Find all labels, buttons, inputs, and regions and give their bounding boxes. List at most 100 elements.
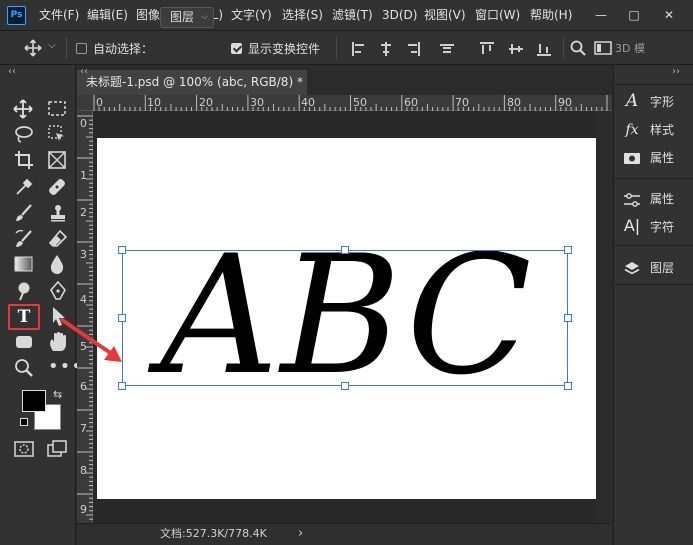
collapse-chevron-icon[interactable]: ‹‹ [80, 66, 88, 77]
search-icon[interactable] [570, 40, 586, 56]
transform-handle-tr[interactable] [564, 246, 572, 254]
object-select-icon[interactable] [48, 125, 66, 143]
photoshop-logo-icon[interactable]: Ps [7, 6, 26, 25]
show-transform-checkbox[interactable] [231, 43, 242, 54]
dodge-tool-icon[interactable] [14, 281, 34, 301]
vertical-scrollbar[interactable] [596, 111, 612, 523]
align-top-icon[interactable] [440, 42, 454, 56]
layer-dropdown-value: 图层 [170, 10, 195, 24]
transform-handle-mr[interactable] [564, 314, 572, 322]
healing-brush-icon[interactable] [47, 177, 67, 197]
align-hcenter-icon[interactable] [379, 42, 393, 56]
panel-styles[interactable]: fx 样式 [622, 117, 674, 143]
transform-handle-bl[interactable] [118, 382, 126, 390]
ruler-label: 8 [80, 464, 87, 477]
document-tab[interactable]: 未标题-1.psd @ 100% (abc, RGB/8) * [77, 70, 307, 95]
eraser-tool-icon[interactable] [48, 229, 68, 249]
frame-tool-icon[interactable] [48, 151, 66, 169]
screen-mode-icon[interactable] [47, 440, 67, 458]
menu-3d[interactable]: 3D(D) [382, 0, 417, 31]
quick-mask-icon[interactable] [14, 441, 34, 457]
minimize-button[interactable]: — [589, 4, 613, 26]
ruler-label: 1 [80, 169, 87, 182]
history-brush-icon[interactable] [14, 229, 34, 249]
ruler-label: 40 [301, 96, 315, 109]
gradient-tool-icon[interactable] [14, 255, 34, 273]
sliders-icon [622, 186, 642, 212]
ruler-label: 4 [80, 293, 87, 306]
clone-stamp-icon[interactable] [48, 203, 68, 223]
document-size-status[interactable]: 文档:527.3K/778.4K [160, 523, 267, 545]
transform-handle-tc[interactable] [341, 246, 349, 254]
menu-help[interactable]: 帮助(H) [530, 0, 572, 31]
blur-tool-icon[interactable] [48, 254, 66, 274]
annotation-arrow-icon [60, 318, 122, 362]
close-button[interactable]: ✕ [657, 4, 681, 26]
align-bottom-icon[interactable] [537, 42, 551, 56]
eyedropper-tool-icon[interactable] [14, 177, 34, 197]
swap-colors-icon[interactable]: ⇆ [53, 388, 62, 401]
move-tool-icon[interactable] [24, 39, 42, 57]
auto-select-checkbox[interactable] [76, 43, 87, 54]
ruler-label: 7 [80, 422, 87, 435]
status-bar [77, 523, 612, 545]
status-menu-arrow[interactable]: › [298, 526, 303, 541]
type-tool-button[interactable]: T [8, 304, 40, 330]
panel-label: 字形 [650, 95, 675, 109]
panel-label: 属性 [650, 192, 675, 206]
ruler-horizontal: 0 10 20 30 40 50 60 70 80 90 [77, 95, 612, 111]
ruler-label: 80 [507, 96, 521, 109]
lasso-tool-icon[interactable] [14, 125, 34, 143]
panel-glyphs[interactable]: A 字形 [622, 88, 674, 114]
chevron-down-icon[interactable]: ⌵ [48, 40, 56, 51]
panel-label: 样式 [650, 123, 675, 137]
menu-window[interactable]: 窗口(W) [475, 0, 520, 31]
menu-filter[interactable]: 滤镜(T) [332, 0, 373, 31]
marquee-tool-icon[interactable] [48, 101, 66, 117]
align-left-icon[interactable] [352, 42, 366, 56]
ruler-label: 0 [80, 117, 87, 130]
default-colors-icon[interactable] [20, 418, 28, 426]
ruler-label: 20 [199, 96, 213, 109]
transform-handle-br[interactable] [564, 382, 572, 390]
ruler-label: 3 [80, 248, 87, 261]
menu-edit[interactable]: 编辑(E) [87, 0, 128, 31]
move-tool-icon[interactable] [13, 99, 33, 119]
align-vcenter-icon[interactable] [509, 42, 523, 56]
workspace-icon[interactable] [594, 41, 612, 55]
ruler-label: 30 [250, 96, 264, 109]
character-icon: A [625, 91, 639, 111]
camera-icon [622, 145, 642, 171]
crop-tool-icon[interactable] [14, 150, 34, 170]
show-transform-label: 显示变换控件 [248, 42, 321, 56]
layer-dropdown[interactable]: 图层 ⌵ [160, 7, 214, 28]
pen-tool-icon[interactable] [48, 281, 68, 301]
menu-file[interactable]: 文件(F) [39, 0, 79, 31]
zoom-tool-icon[interactable] [14, 358, 34, 378]
ruler-vertical: 0 1 2 3 4 5 6 7 8 9 [77, 111, 93, 523]
brush-tool-icon[interactable] [14, 203, 34, 223]
ruler-label: 9 [80, 503, 87, 516]
menu-type[interactable]: 文字(Y) [231, 0, 272, 31]
align-vtop-icon[interactable] [480, 42, 494, 56]
3d-mode-label[interactable]: 3D 模 [615, 40, 693, 56]
ruler-label: 6 [80, 380, 87, 393]
ruler-label: 2 [80, 206, 87, 219]
foreground-color-swatch[interactable] [22, 390, 46, 412]
panel-properties-camera[interactable]: 属性 [622, 145, 674, 171]
menu-view[interactable]: 视图(V) [424, 0, 466, 31]
maximize-button[interactable]: □ [622, 4, 646, 26]
panel-label: 图层 [650, 261, 675, 275]
fx-icon: fx [625, 122, 639, 138]
transform-handle-tl[interactable] [118, 246, 126, 254]
transform-handle-bc[interactable] [341, 382, 349, 390]
align-right-icon[interactable] [406, 42, 420, 56]
rectangle-tool-icon[interactable] [14, 333, 34, 351]
panel-layers[interactable]: 图层 [622, 255, 674, 281]
expand-chevron-icon[interactable]: ›› [672, 66, 680, 77]
panel-character[interactable]: A| 字符 [622, 213, 674, 239]
menu-select[interactable]: 选择(S) [282, 0, 323, 31]
panel-properties-adjust[interactable]: 属性 [622, 186, 674, 212]
collapse-chevron-icon[interactable]: ‹‹ [8, 66, 16, 77]
text-cursor-icon: A| [623, 216, 641, 235]
